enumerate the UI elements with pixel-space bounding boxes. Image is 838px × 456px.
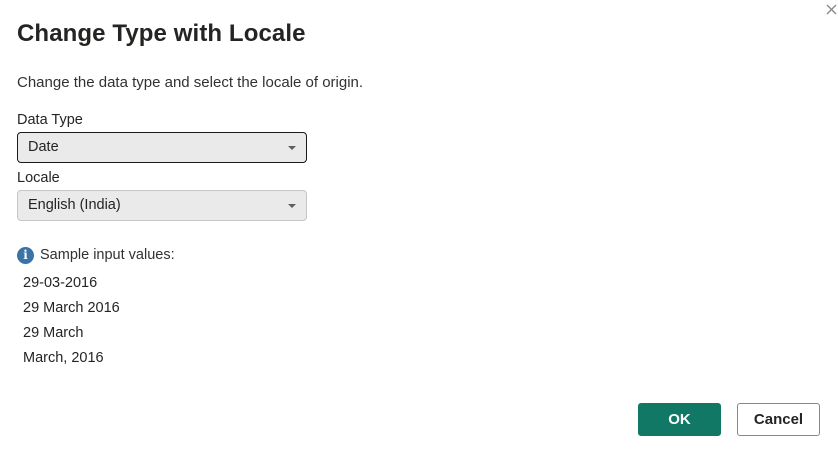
list-item: 29-03-2016 <box>23 275 98 291</box>
data-type-value: Date <box>28 139 59 155</box>
change-type-with-locale-dialog: Change Type with Locale Change the data … <box>0 0 838 456</box>
list-item: 29 March 2016 <box>23 300 120 316</box>
dialog-description: Change the data type and select the loca… <box>17 74 364 91</box>
list-item: March, 2016 <box>23 350 104 366</box>
chevron-down-icon <box>288 204 296 208</box>
list-item: 29 March <box>23 325 84 341</box>
sample-values-list: 29-03-2016 29 March 2016 29 March March,… <box>23 275 120 375</box>
ok-button[interactable]: OK <box>638 403 721 436</box>
sample-values-label: Sample input values: <box>40 247 175 263</box>
cancel-button[interactable]: Cancel <box>737 403 820 436</box>
locale-dropdown[interactable]: English (India) <box>17 190 307 221</box>
chevron-down-icon <box>288 146 296 150</box>
data-type-dropdown[interactable]: Date <box>17 132 307 163</box>
sample-values-header: i Sample input values: <box>17 246 175 264</box>
locale-label: Locale <box>17 170 60 186</box>
dialog-title: Change Type with Locale <box>17 20 306 47</box>
close-icon[interactable] <box>824 2 838 18</box>
data-type-label: Data Type <box>17 112 83 128</box>
info-icon: i <box>17 246 34 264</box>
locale-value: English (India) <box>28 197 121 213</box>
